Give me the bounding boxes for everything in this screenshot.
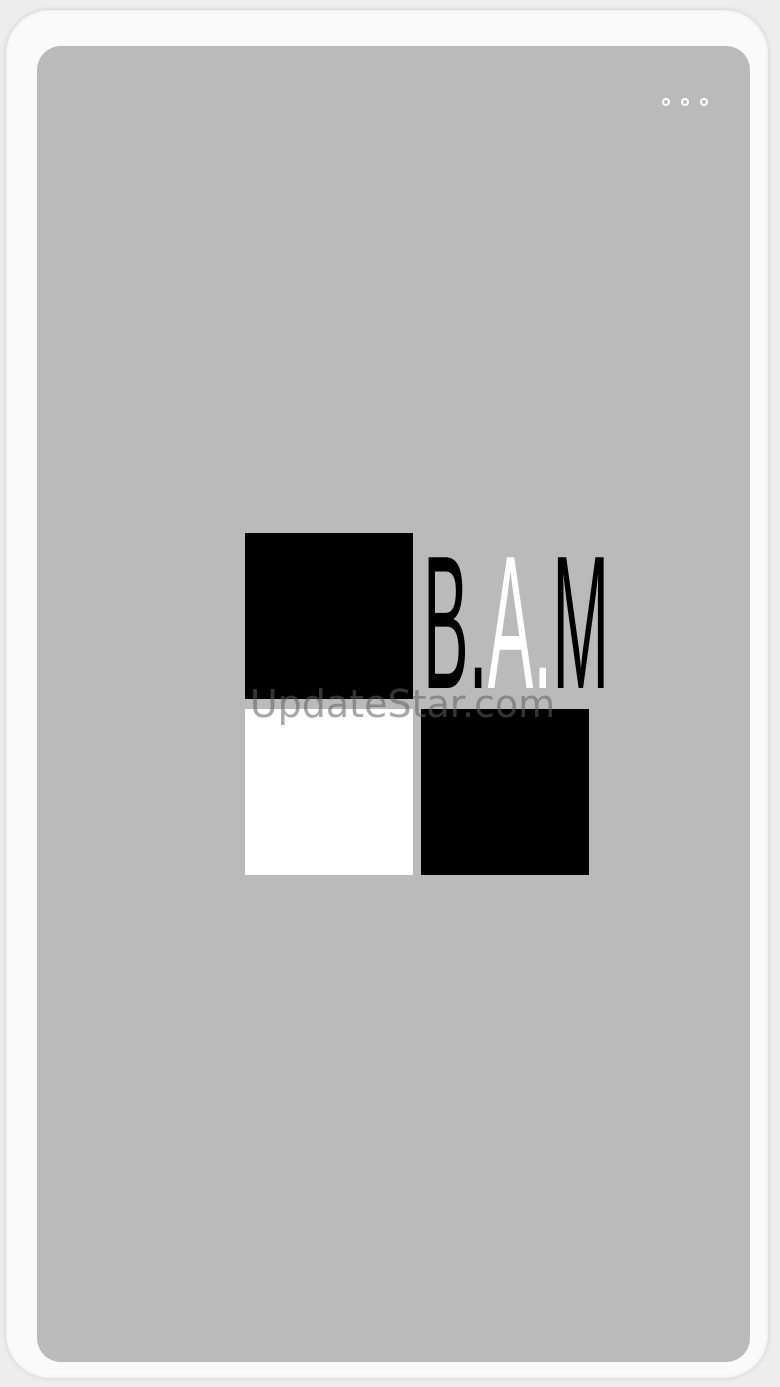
logo-text: B. A. M bbox=[423, 513, 609, 718]
more-options-icon bbox=[681, 98, 689, 106]
bam-logo: B. A. M bbox=[245, 528, 609, 875]
logo-square-bottom-left bbox=[245, 709, 413, 875]
app-screen: B. A. M UpdateStar.com bbox=[37, 46, 750, 1362]
more-options-button[interactable] bbox=[662, 94, 708, 110]
more-options-icon bbox=[700, 98, 708, 106]
logo-square-bottom-right bbox=[421, 709, 589, 875]
more-options-icon bbox=[662, 98, 670, 106]
device-frame: B. A. M UpdateStar.com bbox=[6, 10, 768, 1378]
logo-square-top-left bbox=[245, 533, 413, 699]
logo-text-a: A. bbox=[487, 517, 553, 729]
logo-text-b: B. bbox=[423, 517, 488, 729]
logo-text-m: M bbox=[552, 517, 610, 729]
